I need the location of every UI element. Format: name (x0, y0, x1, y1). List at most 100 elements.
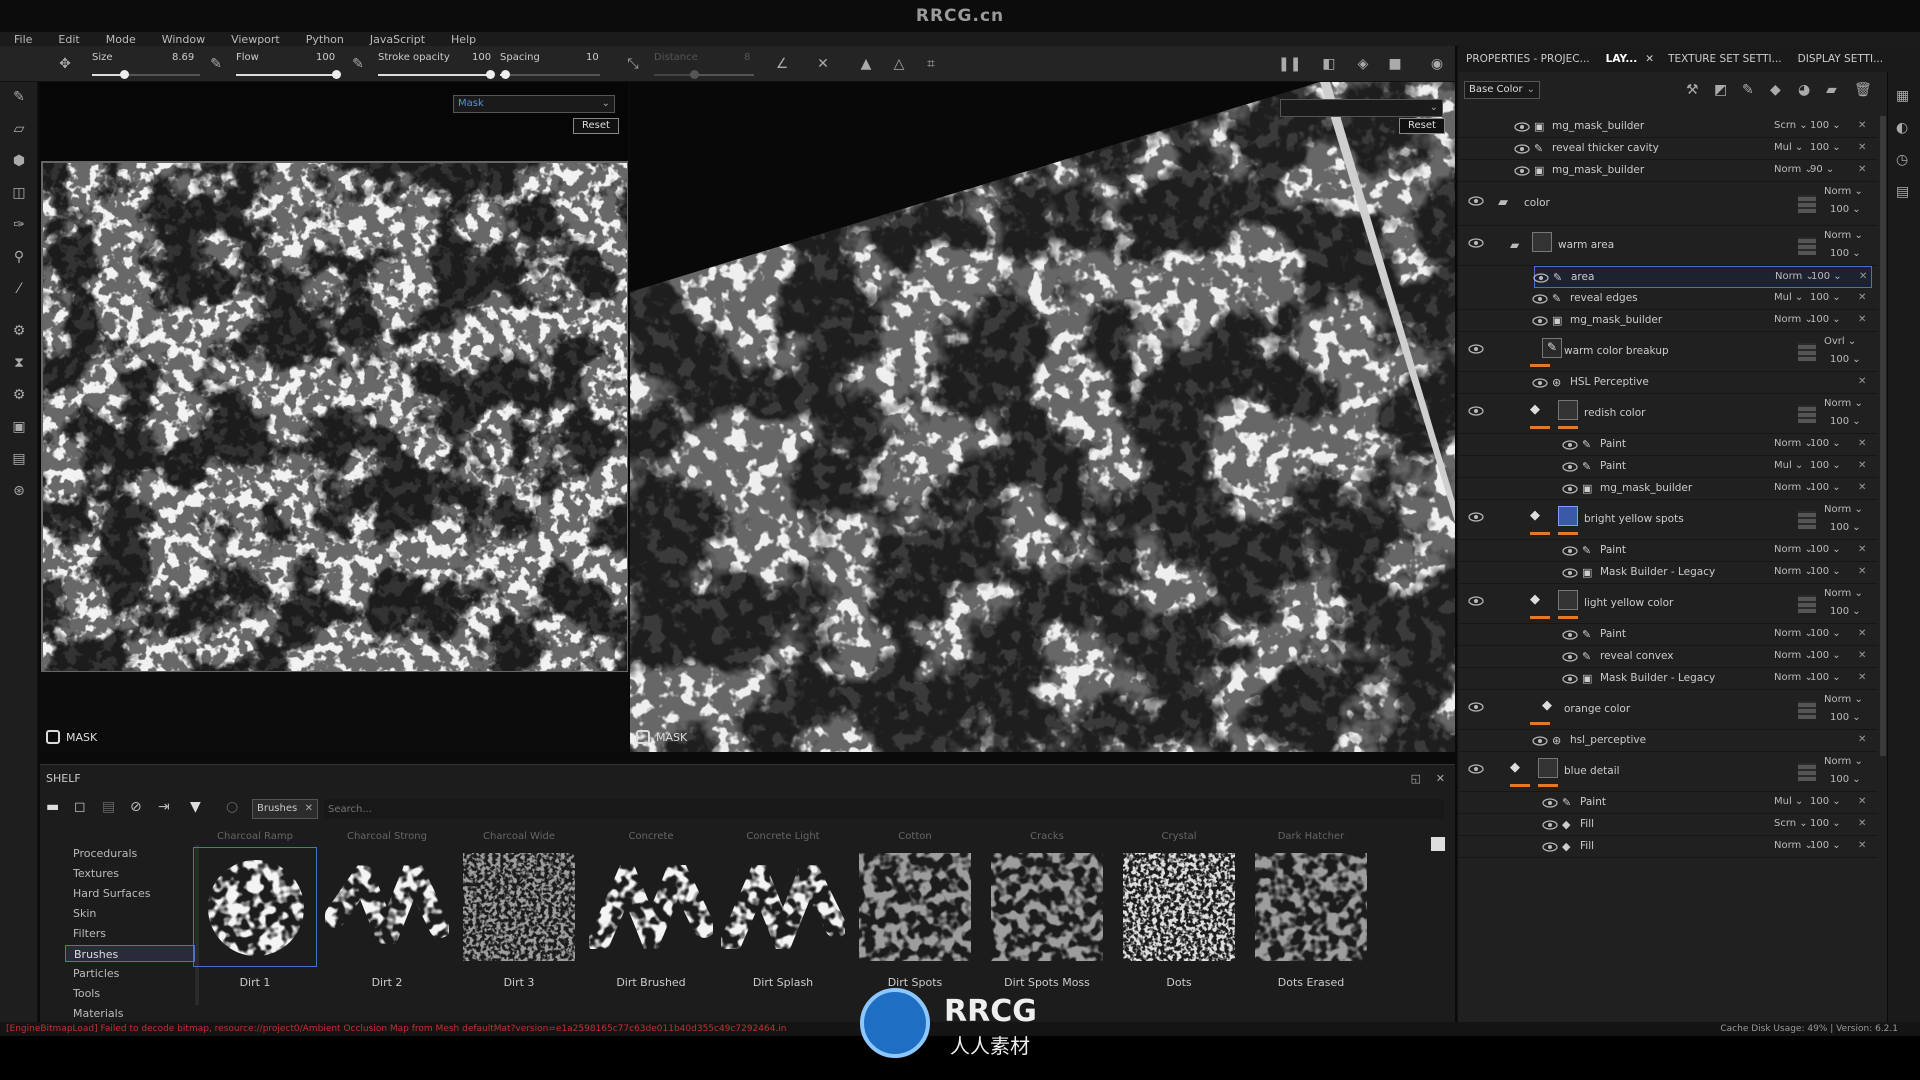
menu-item-edit[interactable]: Edit (44, 33, 91, 46)
remove-icon[interactable]: ✕ (1858, 818, 1866, 829)
grid-icon[interactable] (1798, 237, 1816, 255)
brush-thumbnail[interactable]: Crystal Dots (1114, 831, 1244, 989)
visibility-eye-icon[interactable] (1562, 462, 1578, 472)
remove-icon[interactable]: ✕ (1858, 314, 1866, 325)
grid-icon[interactable] (1798, 595, 1816, 613)
shelf-category[interactable]: Skin (65, 905, 195, 922)
add-folder-icon[interactable]: ▰ (1826, 82, 1837, 98)
blend-mode[interactable]: Norm ⌄ (1775, 271, 1814, 282)
layer-row[interactable]: ✎ reveal edges Mul ⌄ 100 ⌄ ✕ (1458, 288, 1878, 310)
layer-row[interactable]: ▰ color Norm ⌄ 100 ⌄ (1458, 182, 1878, 226)
mask-thumbnail[interactable] (1532, 232, 1552, 252)
layer-row[interactable]: ◆ Fill Scrn ⌄ 100 ⌄ ✕ (1458, 814, 1878, 836)
angle-icon[interactable]: ∠ (773, 55, 791, 73)
remove-icon[interactable]: ✕ (1858, 734, 1866, 745)
remove-icon[interactable]: ✕ (1858, 650, 1866, 661)
layer-opacity[interactable]: 90 ⌄ (1810, 164, 1834, 175)
menu-item-help[interactable]: Help (437, 33, 488, 46)
blend-mode[interactable]: Norm ⌄ (1824, 756, 1863, 767)
shelf-category[interactable]: Tools (65, 985, 195, 1002)
remove-icon[interactable]: ✕ (1858, 438, 1866, 449)
close-icon[interactable]: ✕ (305, 800, 313, 818)
layer-opacity[interactable]: 100 ⌄ (1830, 248, 1861, 259)
layer-row[interactable]: ✎ Paint Norm ⌄ 100 ⌄ ✕ (1458, 434, 1878, 456)
pen-pressure-icon[interactable]: ✎ (207, 55, 225, 73)
visibility-eye-icon[interactable] (1468, 596, 1484, 606)
camera-icon[interactable]: ■ (1386, 55, 1404, 73)
layer-row[interactable]: ✎ Paint Norm ⌄ 100 ⌄ ✕ (1458, 624, 1878, 646)
remove-icon[interactable]: ✕ (1858, 796, 1866, 807)
blend-mode[interactable]: Mul ⌄ (1774, 142, 1803, 153)
visibility-eye-icon[interactable] (1468, 196, 1484, 206)
blend-mode[interactable]: Norm ⌄ (1824, 230, 1863, 241)
blend-mode[interactable]: Norm ⌄ (1774, 164, 1813, 175)
screenshot-icon[interactable]: ◉ (1428, 55, 1446, 73)
menu-item-viewport[interactable]: Viewport (217, 33, 292, 46)
layer-row[interactable]: ◆ Fill Norm ⌄ 100 ⌄ ✕ (1458, 836, 1878, 858)
layer-row[interactable]: ⊛ hsl_perceptive ✕ (1458, 730, 1878, 752)
layer-opacity[interactable]: 100 ⌄ (1830, 774, 1861, 785)
blend-mode[interactable]: Norm ⌄ (1824, 504, 1863, 515)
layer-row[interactable]: ✎ reveal thicker cavity Mul ⌄ 100 ⌄ ✕ (1458, 138, 1878, 160)
layer-opacity[interactable]: 100 ⌄ (1810, 544, 1841, 555)
symmetry-icon[interactable]: ✥ (56, 55, 74, 73)
new-file-icon[interactable]: ◻ (74, 799, 86, 815)
blend-mode[interactable]: Norm ⌄ (1774, 438, 1813, 449)
visibility-eye-icon[interactable] (1468, 238, 1484, 248)
blend-mode[interactable]: Norm ⌄ (1824, 398, 1863, 409)
remove-icon[interactable]: ✕ (1858, 164, 1866, 175)
panel-tab-2[interactable]: TEXTURE SET SETTI... (1660, 53, 1790, 65)
layer-row[interactable]: ▣ Mask Builder - Legacy Norm ⌄ 100 ⌄ ✕ (1458, 562, 1878, 584)
layer-row[interactable]: ◆ orange color Norm ⌄ 100 ⌄ (1458, 690, 1878, 730)
mask-thumbnail[interactable] (1538, 758, 1558, 778)
mirror-alt-icon[interactable]: △ (890, 55, 908, 73)
visibility-eye-icon[interactable] (1562, 546, 1578, 556)
pen-pressure-icon[interactable]: ✎ (349, 55, 367, 73)
remove-icon[interactable]: ✕ (1858, 460, 1866, 471)
clone-icon[interactable]: ⚲ (10, 248, 28, 266)
bake-icon[interactable]: ⚙ (10, 322, 28, 340)
brush-thumbnail[interactable]: Concrete Dirt Brushed (586, 831, 716, 989)
close-icon[interactable]: ✕ (1436, 772, 1445, 785)
layer-row[interactable]: ◆ redish color Norm ⌄ 100 ⌄ (1458, 394, 1878, 434)
paint-brush-icon[interactable]: ✎ (10, 88, 28, 106)
layer-row[interactable]: ✎ warm color breakup Ovrl ⌄ 100 ⌄ (1458, 332, 1878, 372)
slider-knob[interactable] (332, 70, 341, 79)
visibility-eye-icon[interactable] (1542, 798, 1558, 808)
blend-mode[interactable]: Norm ⌄ (1824, 694, 1863, 705)
visibility-eye-icon[interactable] (1532, 294, 1548, 304)
blend-mode[interactable]: Norm ⌄ (1774, 544, 1813, 555)
grid-icon[interactable] (1798, 511, 1816, 529)
add-effect-icon[interactable]: ⚒ (1686, 82, 1699, 98)
grid-icon[interactable] (1798, 763, 1816, 781)
layer-row[interactable]: ✎ Paint Norm ⌄ 100 ⌄ ✕ (1458, 540, 1878, 562)
delete-layer-icon[interactable]: 🗑 (1854, 82, 1872, 98)
smudge-icon[interactable]: ✑ (10, 216, 28, 234)
visibility-eye-icon[interactable] (1532, 316, 1548, 326)
grid-icon[interactable] (1798, 701, 1816, 719)
remove-icon[interactable]: ✕ (1858, 292, 1866, 303)
remove-icon[interactable]: ✕ (1858, 482, 1866, 493)
brush-thumbnail[interactable]: Charcoal Ramp Dirt 1 (190, 831, 320, 989)
layer-row[interactable]: ⊛ HSL Perceptive ✕ (1458, 372, 1878, 394)
lazy-mouse-icon[interactable]: ⤡ (624, 55, 642, 73)
visibility-eye-icon[interactable] (1514, 122, 1530, 132)
reset-button-3d[interactable]: Reset (1399, 118, 1445, 134)
layer-opacity[interactable]: 100 ⌄ (1810, 650, 1841, 661)
add-paint-layer-icon[interactable]: ✎ (1742, 82, 1754, 98)
log-icon[interactable]: ▤ (1896, 184, 1909, 200)
visibility-eye-icon[interactable] (1562, 652, 1578, 662)
layer-row[interactable]: ◆ blue detail Norm ⌄ 100 ⌄ (1458, 752, 1878, 792)
shelf-category[interactable]: Brushes (65, 945, 195, 962)
filter-tag[interactable]: Brushes ✕ (252, 799, 318, 819)
cross-icon[interactable]: ✕ (814, 55, 832, 73)
refresh-icon[interactable]: ○ (226, 799, 238, 815)
remove-icon[interactable]: ✕ (1858, 840, 1866, 851)
hide-icon[interactable]: ⊘ (130, 799, 142, 815)
layer-row[interactable]: ▣ mg_mask_builder Norm ⌄ 90 ⌄ ✕ (1458, 160, 1878, 182)
shelf-category[interactable]: Hard Surfaces (65, 885, 195, 902)
layer-opacity[interactable]: 100 ⌄ (1830, 204, 1861, 215)
slider-knob[interactable] (486, 70, 495, 79)
slider-knob[interactable] (120, 70, 130, 79)
viewport-3d[interactable]: ⌄ Reset MASK (630, 82, 1455, 752)
